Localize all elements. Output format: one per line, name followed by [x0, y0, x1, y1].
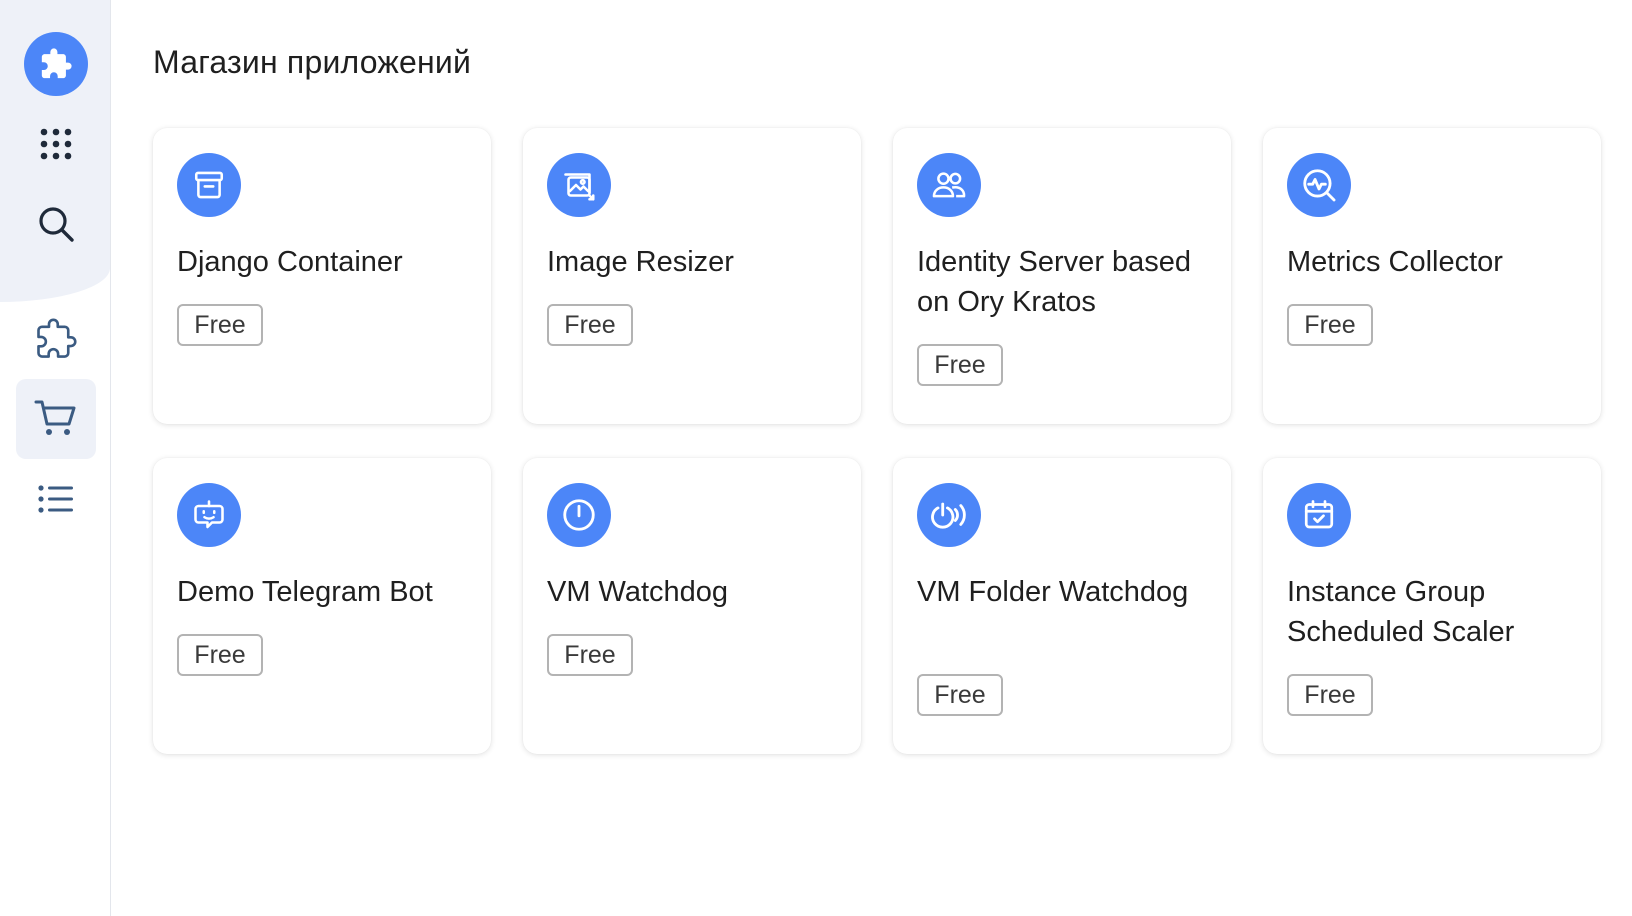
price-badge: Free: [177, 304, 263, 346]
power-waves-icon: [917, 483, 981, 547]
marketplace-button[interactable]: [16, 379, 96, 459]
users-icon: [917, 153, 981, 217]
bot-icon: [177, 483, 241, 547]
puzzle-logo-icon[interactable]: [24, 32, 88, 96]
search-icon: [39, 207, 74, 242]
integrations-button[interactable]: [16, 299, 96, 379]
price-badge: Free: [917, 674, 1003, 716]
app-card-image-resizer[interactable]: Image Resizer Free: [523, 128, 861, 424]
app-card-demo-telegram-bot[interactable]: Demo Telegram Bot Free: [153, 458, 491, 754]
magnifier-chart-icon: [1287, 153, 1351, 217]
app-title: Django Container: [177, 246, 403, 278]
price-badge: Free: [177, 634, 263, 676]
search-button[interactable]: [16, 184, 96, 264]
apps-grid-icon: [40, 128, 72, 160]
sidebar: [0, 0, 111, 916]
app-title: Identity Server based on Ory Kratos: [917, 246, 1192, 318]
price-badge: Free: [547, 634, 633, 676]
apps-grid-button[interactable]: [16, 104, 96, 184]
app-title: Demo Telegram Bot: [177, 576, 433, 608]
app-card-instance-group-scheduled-scaler[interactable]: Instance Group Scheduled Scaler Free: [1263, 458, 1601, 754]
power-icon: [547, 483, 611, 547]
price-badge: Free: [1287, 304, 1373, 346]
app-card-django-container[interactable]: Django Container Free: [153, 128, 491, 424]
app-card-identity-server[interactable]: Identity Server based on Ory Kratos Free: [893, 128, 1231, 424]
cart-icon: [34, 400, 76, 435]
app-card-vm-watchdog[interactable]: VM Watchdog Free: [523, 458, 861, 754]
price-badge: Free: [547, 304, 633, 346]
app-card-vm-folder-watchdog[interactable]: VM Folder Watchdog Free: [893, 458, 1231, 754]
list-icon: [38, 485, 73, 513]
page-title: Магазин приложений: [153, 44, 472, 80]
price-badge: Free: [917, 344, 1003, 386]
app-title: Image Resizer: [547, 246, 734, 278]
calendar-check-icon: [1287, 483, 1351, 547]
image-resize-icon: [547, 153, 611, 217]
app-title: Instance Group Scheduled Scaler: [1287, 576, 1515, 648]
app-title: VM Folder Watchdog: [917, 576, 1189, 608]
list-button[interactable]: [16, 459, 96, 539]
archive-box-icon: [177, 153, 241, 217]
app-title: VM Watchdog: [547, 576, 729, 608]
app-card-metrics-collector[interactable]: Metrics Collector Free: [1263, 128, 1601, 424]
price-badge: Free: [1287, 674, 1373, 716]
app-title: Metrics Collector: [1287, 246, 1503, 278]
puzzle-icon: [37, 318, 77, 358]
